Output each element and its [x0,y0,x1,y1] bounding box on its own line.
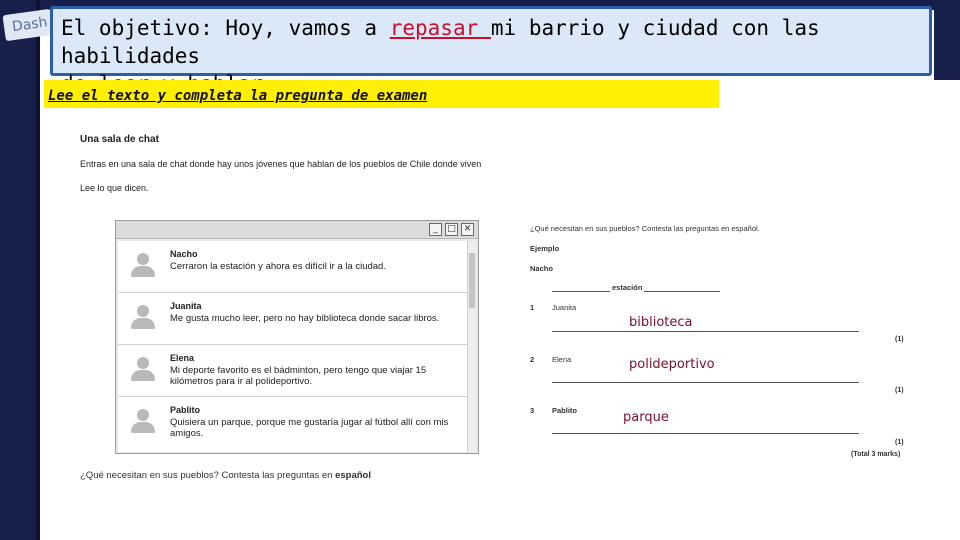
bottom-question-text: ¿Qué necesitan en sus pueblos? Contesta … [80,470,336,481]
chat-message: Elena Mi deporte favorito es el bádminto… [118,345,467,397]
chat-username: Elena [170,353,195,363]
chat-message-text: Quisiera un parque, porque me gustaría j… [170,417,449,439]
chat-titlebar: _ □ ✕ [116,221,478,239]
answer-text: polideportivo [629,357,715,372]
slide-frame-left [0,0,40,540]
corner-tag: Dash [2,8,54,42]
chat-scrollbar[interactable] [467,241,476,452]
objective-highlight: repasar [389,16,491,40]
chat-window: _ □ ✕ Nacho Cerraron la estación y ahora… [115,220,479,454]
exam-intro: Entras en una sala de chat donde hay uno… [80,159,482,169]
chat-username: Pablito [170,405,201,415]
answer-line [552,331,859,332]
slide-frame-left-edge [36,0,40,540]
chat-message-text: Cerraron la estación y ahora es difícil … [170,261,386,272]
user-avatar-icon [128,407,158,435]
chat-message-text: Me gusta mucho leer, pero no hay bibliot… [170,313,440,324]
total-marks: (Total 3 marks) [851,451,901,458]
example-answer: estación [610,283,645,292]
example-label: Ejemplo [530,244,560,253]
answer-text: parque [623,410,669,425]
instruction-banner: Lee el texto y completa la pregunta de e… [44,80,719,108]
chat-message: Juanita Me gusta mucho leer, pero no hay… [118,293,467,345]
slide-frame-right [934,0,960,80]
chat-username: Nacho [170,249,198,259]
chat-message: Pablito Quisiera un parque, porque me gu… [118,397,467,449]
question-name: Elena [552,355,572,364]
example-name: Nacho [530,264,553,273]
answer-text: biblioteca [629,315,693,330]
question-marks: (1) [895,439,904,446]
user-avatar-icon [128,303,158,331]
exam-read-prompt: Lee lo que dicen. [80,183,149,193]
chat-username: Juanita [170,301,202,311]
chat-message: Nacho Cerraron la estación y ahora es di… [118,241,467,293]
window-buttons: _ □ ✕ [429,223,474,236]
close-icon[interactable]: ✕ [461,223,474,236]
user-avatar-icon [128,355,158,383]
minimize-icon[interactable]: _ [429,223,442,236]
objective-part1: El objetivo: Hoy, vamos a [61,16,390,40]
exam-text: Una sala de chat Entras en una sala de c… [80,134,520,193]
scrollbar-thumb[interactable] [469,253,475,308]
question-marks: (1) [895,336,904,343]
bottom-question-bold: español [335,470,371,481]
question-name: Juanita [552,303,577,312]
chat-message-list: Nacho Cerraron la estación y ahora es di… [118,241,467,452]
question-number: 1 [530,303,535,312]
exam-title: Una sala de chat [80,134,159,145]
bottom-question: ¿Qué necesitan en sus pueblos? Contesta … [80,470,371,481]
chat-message-text: Mi deporte favorito es el bádminton, per… [170,365,427,387]
question-number: 3 [530,406,535,415]
answer-line [552,433,859,434]
question-number: 2 [530,355,535,364]
maximize-icon[interactable]: □ [445,223,458,236]
question-marks: (1) [895,387,904,394]
user-avatar-icon [128,251,158,279]
question-name: Pablito [552,406,578,415]
question-prompt: ¿Qué necesitan en sus pueblos? Contesta … [530,224,760,233]
instruction-text: Lee el texto y completa la pregunta de e… [48,88,428,104]
answer-line [552,382,859,383]
objective-box: El objetivo: Hoy, vamos a repasar mi bar… [50,6,932,96]
